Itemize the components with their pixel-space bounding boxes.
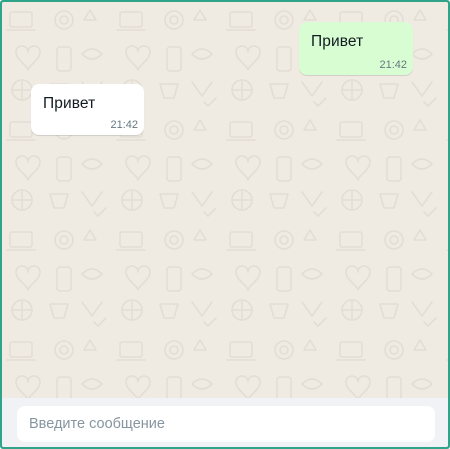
message-time: 21:42 xyxy=(110,119,138,131)
chat-pane: Привет 21:42 Привет 21:42 xyxy=(2,2,448,447)
incoming-message[interactable]: Привет 21:42 xyxy=(31,84,144,135)
message-composer xyxy=(2,398,448,447)
chat-window-frame: Привет 21:42 Привет 21:42 xyxy=(0,0,450,449)
message-time: 21:42 xyxy=(379,59,407,71)
message-text: Привет xyxy=(43,95,96,112)
message-input[interactable] xyxy=(17,406,435,442)
outgoing-message[interactable]: Привет 21:42 xyxy=(299,22,413,75)
message-text: Привет xyxy=(311,33,364,50)
